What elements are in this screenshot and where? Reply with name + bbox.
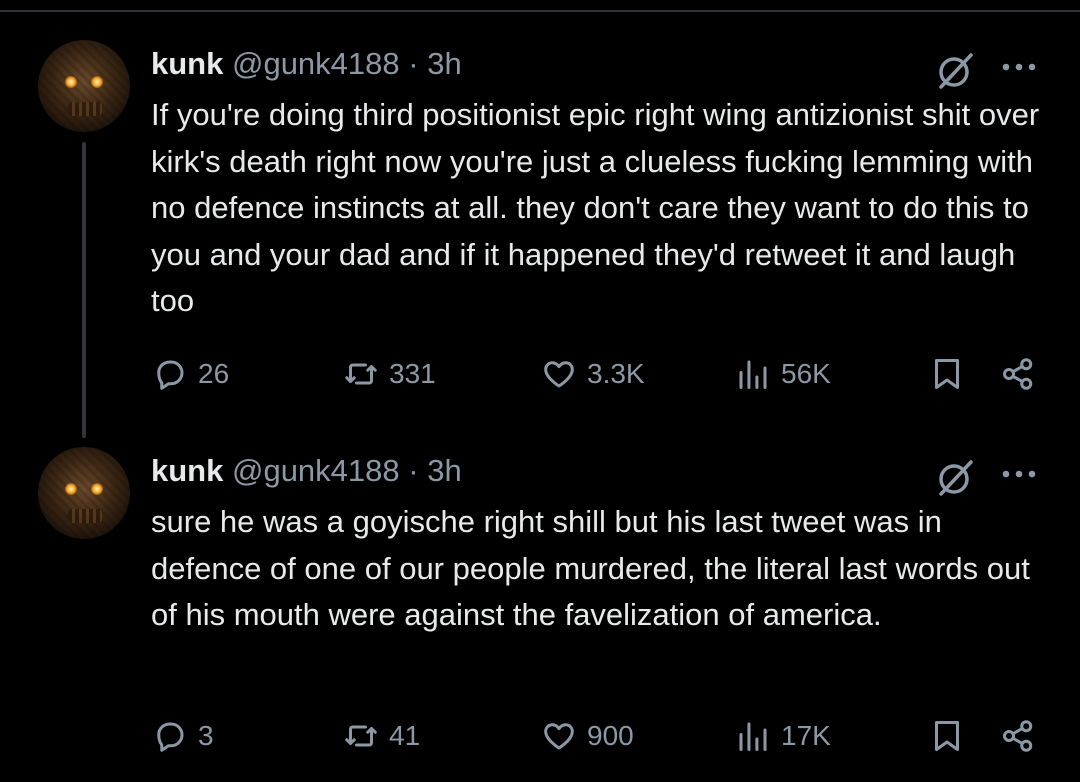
views-count: 56K [781,358,831,389]
bookmark-icon [935,721,959,751]
views-icon [739,722,767,751]
share-button[interactable] [1000,350,1036,398]
share-button[interactable] [1000,712,1036,760]
reply-count: 26 [198,358,230,389]
share-icon [1003,720,1033,752]
views-button[interactable]: 17K [735,712,831,760]
bookmark-icon [935,359,959,389]
timestamp[interactable]: 3h [427,453,461,488]
repost-button[interactable]: 41 [343,712,420,760]
reply-count: 3 [198,720,214,751]
views-count: 17K [781,720,831,751]
reply-icon [157,722,184,752]
tweet-text: sure he was a goyische right shill but h… [151,504,1030,632]
avatar[interactable] [38,447,130,539]
repost-button[interactable]: 331 [343,350,436,398]
top-divider [0,10,1080,12]
like-count: 900 [587,720,634,751]
grok-icon[interactable] [935,51,975,91]
separator: · [408,46,419,81]
reply-icon [157,360,184,390]
share-icon [1003,358,1033,390]
repost-count: 41 [389,720,421,751]
reply-button[interactable]: 26 [152,350,229,398]
tweet-header: kunk @gunk4188 · 3h [151,46,462,82]
timestamp[interactable]: 3h [427,46,461,81]
bookmark-button[interactable] [929,712,965,760]
views-icon [739,360,767,389]
like-count: 3.3K [587,358,645,389]
display-name[interactable]: kunk [151,46,223,81]
like-button[interactable]: 3.3K [541,350,645,398]
repost-count: 331 [389,358,436,389]
user-handle[interactable]: @gunk4188 [232,46,400,81]
action-bar: 26 331 3.3K 56K [0,350,1080,398]
separator: · [408,453,419,488]
repost-icon [345,725,377,747]
user-handle[interactable]: @gunk4188 [232,453,400,488]
like-icon [544,361,574,388]
grok-icon[interactable] [935,458,975,498]
display-name[interactable]: kunk [151,453,223,488]
repost-icon [345,363,377,385]
more-icon[interactable] [1000,60,1038,74]
like-button[interactable]: 900 [541,712,634,760]
like-icon [544,723,574,750]
reply-button[interactable]: 3 [152,712,214,760]
avatar[interactable] [38,40,130,132]
views-button[interactable]: 56K [735,350,831,398]
action-bar: 3 41 900 17K [0,712,1080,760]
tweet-header: kunk @gunk4188 · 3h [151,453,462,489]
tweet[interactable]: kunk @gunk4188 · 3h sure he was a goyisc… [0,447,1080,782]
more-icon[interactable] [1000,467,1038,481]
bookmark-button[interactable] [929,350,965,398]
tweet-text: If you're doing third positionist epic r… [151,97,1040,318]
tweet[interactable]: kunk @gunk4188 · 3h If you're doing thir… [0,40,1080,440]
